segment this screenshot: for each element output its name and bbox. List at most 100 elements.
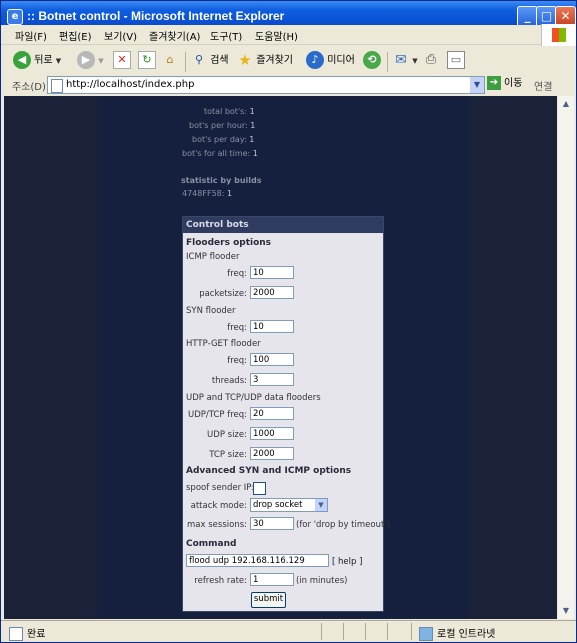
refresh-button[interactable]: ↻	[138, 51, 156, 71]
page-icon	[51, 79, 63, 93]
toolbar-divider	[387, 52, 388, 72]
stat-bots-per-hour: bot's per hour: 1	[189, 121, 256, 130]
address-dropdown-icon[interactable]: ▼	[470, 77, 484, 93]
address-bar: 주소(D) http://localhost/index.php ▼ ➔ 이동 연…	[1, 76, 576, 94]
menu-view[interactable]: 보기(V)	[104, 28, 137, 43]
favorites-button[interactable]: ★ 즐겨찾기	[237, 51, 293, 71]
go-label: 이동	[504, 78, 523, 89]
home-button[interactable]: ⌂	[162, 51, 178, 71]
browser-window: e :: Botnet control - Microsoft Internet…	[0, 0, 577, 643]
back-label: 뒤로	[34, 55, 53, 66]
syn-heading: SYN flooder	[186, 306, 236, 316]
mail-dropdown-icon[interactable]: ▼	[412, 57, 417, 65]
status-divider	[411, 623, 412, 640]
toolbar-divider	[185, 52, 186, 72]
toolbar: ◀ 뒤로 ▼ ▶ ▼ ✕ ↻ ⌂ ⚲ 검색 ★ 즐겨찾기 ♪ 미디어 ⟲ ✉ ▼…	[1, 46, 576, 77]
media-label: 미디어	[327, 55, 355, 66]
command-heading: Command	[186, 539, 237, 549]
attack-mode-value: drop socket	[253, 500, 303, 510]
refresh-rate-note: (in minutes)	[296, 576, 348, 586]
edit-page-button[interactable]: ▭	[447, 51, 465, 71]
status-divider	[365, 623, 366, 640]
menu-file[interactable]: 파일(F)	[15, 28, 47, 43]
status-bar: 완료 로컬 인트라넷	[1, 620, 576, 642]
refresh-icon: ↻	[138, 51, 156, 69]
builds-heading: statistic by builds	[181, 176, 262, 185]
print-button[interactable]: ⎙	[423, 51, 439, 71]
go-button[interactable]: ➔ 이동	[487, 76, 522, 92]
max-sessions-input[interactable]: 30	[250, 517, 294, 530]
stat-total-bots: total bot's: 1	[204, 107, 255, 116]
menu-favorites[interactable]: 즐겨찾기(A)	[149, 28, 200, 43]
httpget-freq-label: freq:	[227, 356, 247, 366]
ie-app-icon[interactable]: e	[7, 9, 23, 25]
back-button[interactable]: ◀ 뒤로 ▼	[13, 51, 61, 71]
links-label[interactable]: 연결	[534, 78, 552, 93]
udp-freq-input[interactable]: 20	[250, 407, 294, 420]
icmp-heading: ICMP flooder	[186, 252, 240, 262]
max-sessions-label: max sessions:	[187, 520, 247, 530]
media-icon: ♪	[306, 51, 324, 69]
max-sessions-note: (for 'drop by timeout')	[296, 520, 390, 530]
attack-mode-select[interactable]: drop socket ▼	[250, 498, 328, 512]
minimize-button[interactable]: _	[517, 6, 538, 27]
stat-bots-all-time: bot's for all time: 1	[182, 149, 258, 158]
search-button[interactable]: ⚲ 검색	[191, 51, 229, 71]
search-label: 검색	[210, 55, 229, 66]
tcp-size-label: TCP size:	[209, 450, 247, 460]
address-label: 주소(D)	[12, 82, 46, 93]
favorites-label: 즐겨찾기	[256, 55, 293, 66]
icmp-packetsize-input[interactable]: 2000	[250, 286, 294, 299]
media-button[interactable]: ♪ 미디어	[306, 51, 355, 71]
syn-freq-input[interactable]: 10	[250, 320, 294, 333]
search-icon: ⚲	[194, 53, 204, 66]
windows-logo-icon	[541, 24, 576, 46]
menu-edit[interactable]: 편집(E)	[59, 28, 92, 43]
history-button[interactable]: ⟲	[363, 51, 381, 71]
forward-button[interactable]: ▶ ▼	[77, 51, 104, 71]
scroll-up-icon[interactable]: ▲	[558, 96, 574, 112]
icmp-freq-label: freq:	[227, 269, 247, 279]
httpget-threads-input[interactable]: 3	[250, 373, 294, 386]
home-icon: ⌂	[166, 53, 174, 66]
status-zone: 로컬 인트라넷	[419, 625, 495, 641]
window-title: :: Botnet control - Microsoft Internet E…	[27, 9, 285, 23]
page-done-icon	[9, 627, 23, 641]
mail-icon: ✉	[395, 52, 407, 68]
spoof-checkbox[interactable]	[253, 482, 266, 495]
httpget-threads-label: threads:	[211, 376, 247, 386]
submit-button[interactable]: submit	[251, 592, 286, 608]
vertical-scrollbar[interactable]: ▲ ▼	[558, 96, 574, 619]
chevron-down-icon: ▼	[315, 499, 327, 511]
attack-mode-label: attack mode:	[190, 501, 247, 511]
udp-size-label: UDP size:	[207, 430, 247, 440]
refresh-rate-label: refresh rate:	[194, 576, 247, 586]
help-link[interactable]: [ help ]	[332, 557, 362, 567]
star-icon: ★	[238, 51, 252, 69]
udp-size-input[interactable]: 1000	[250, 427, 294, 440]
menu-tools[interactable]: 도구(T)	[210, 28, 242, 43]
advanced-heading: Advanced SYN and ICMP options	[186, 466, 352, 476]
address-input[interactable]: http://localhost/index.php ▼	[47, 76, 485, 94]
scroll-down-icon[interactable]: ▼	[558, 603, 574, 619]
back-dropdown-icon[interactable]: ▼	[56, 57, 61, 65]
edit-page-icon: ▭	[447, 51, 465, 69]
stop-icon: ✕	[113, 51, 131, 69]
refresh-rate-input[interactable]: 1	[250, 573, 294, 586]
go-arrow-icon: ➔	[487, 76, 501, 90]
status-divider	[321, 623, 322, 640]
forward-dropdown-icon[interactable]: ▼	[98, 57, 103, 65]
control-bots-panel: Control bots Flooders options ICMP flood…	[182, 216, 390, 612]
menu-help[interactable]: 도움말(H)	[255, 28, 298, 43]
command-input[interactable]: flood udp 192.168.116.129	[186, 554, 329, 567]
icmp-freq-input[interactable]: 10	[250, 266, 294, 279]
address-url: http://localhost/index.php	[66, 79, 195, 90]
httpget-heading: HTTP-GET flooder	[186, 339, 261, 349]
stop-button[interactable]: ✕	[113, 51, 131, 71]
httpget-freq-input[interactable]: 100	[250, 353, 294, 366]
status-done: 완료	[9, 625, 45, 641]
status-divider	[343, 623, 344, 640]
mail-button[interactable]: ✉ ▼	[393, 51, 417, 71]
tcp-size-input[interactable]: 2000	[250, 447, 294, 460]
panel-header: Control bots	[183, 217, 383, 233]
